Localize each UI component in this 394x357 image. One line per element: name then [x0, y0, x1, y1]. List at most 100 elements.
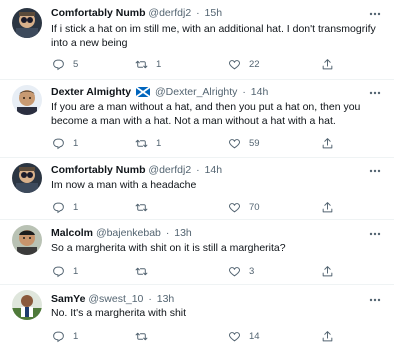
avatar[interactable] [12, 8, 42, 38]
timestamp[interactable]: 14h [205, 164, 223, 176]
tweet[interactable]: SamYe @swest_10 · 13h No. It's a margher… [0, 285, 394, 357]
share-button[interactable] [321, 136, 334, 150]
timestamp[interactable]: 14h [251, 86, 269, 98]
share-icon [321, 137, 334, 150]
tweet-actions: 1 70 [51, 200, 351, 214]
more-icon[interactable] [366, 165, 384, 177]
tweet-header: SamYe @swest_10 · 13h [51, 292, 380, 306]
timestamp[interactable]: 13h [157, 293, 175, 305]
more-icon[interactable] [366, 8, 384, 20]
retweet-button[interactable]: 1 [135, 57, 161, 71]
reply-icon [52, 137, 65, 150]
reply-count: 1 [73, 265, 79, 277]
tweet-text: So a margherita with shit on it is still… [51, 242, 286, 254]
display-name[interactable]: Comfortably Numb [51, 164, 146, 176]
tweet-header: Comfortably Numb @derfdj2 · 15h [51, 6, 380, 20]
tweet-actions: 1 3 [51, 264, 351, 278]
retweet-icon [135, 201, 148, 214]
more-icon[interactable] [366, 228, 384, 240]
tweet[interactable]: Comfortably Numb @derfdj2 · 14h Im now a… [0, 158, 394, 219]
avatar[interactable] [12, 85, 42, 115]
separator: · [196, 164, 200, 176]
tweet-actions: 1 1 59 [51, 136, 351, 150]
retweet-count: 1 [156, 137, 162, 149]
like-count: 59 [249, 137, 260, 149]
reply-button[interactable]: 1 [52, 264, 78, 278]
avatar[interactable] [12, 163, 42, 193]
reply-button[interactable]: 1 [52, 136, 78, 150]
like-button[interactable]: 14 [228, 329, 260, 343]
timestamp[interactable]: 15h [205, 7, 223, 19]
tweet-actions: 1 14 [51, 329, 351, 343]
like-button[interactable]: 3 [228, 264, 254, 278]
share-icon [321, 58, 334, 71]
retweet-icon [135, 137, 148, 150]
heart-icon [228, 265, 241, 278]
user-handle[interactable]: @Dexter_Alrighty [155, 86, 237, 98]
share-icon [321, 201, 334, 214]
retweet-count: 1 [156, 58, 162, 70]
heart-icon [228, 330, 241, 343]
share-button[interactable] [321, 264, 334, 278]
share-icon [321, 265, 334, 278]
reply-icon [52, 201, 65, 214]
like-button[interactable]: 22 [228, 57, 260, 71]
user-handle[interactable]: @derfdj2 [148, 164, 191, 176]
tweet-actions: 5 1 22 [51, 57, 351, 71]
reply-icon [52, 265, 65, 278]
separator: · [165, 227, 170, 239]
reply-count: 5 [73, 58, 79, 70]
retweet-icon [135, 58, 148, 71]
heart-icon [228, 201, 241, 214]
tweet-text: No. It's a margherita with shit [51, 307, 187, 319]
share-button[interactable] [321, 329, 334, 343]
tweet-header: Comfortably Numb @derfdj2 · 14h [51, 163, 380, 177]
tweet-header: Dexter Almighty @Dexter_Alrighty · 14h [51, 85, 380, 99]
like-count: 14 [249, 330, 260, 342]
reply-button[interactable]: 1 [52, 200, 78, 214]
like-count: 3 [249, 265, 255, 277]
display-name[interactable]: Malcolm [51, 227, 93, 239]
tweet[interactable]: Malcolm @bajenkebab · 13h So a margherit… [0, 220, 394, 284]
reply-icon [52, 330, 65, 343]
tweet-header: Malcolm @bajenkebab · 13h [51, 226, 380, 240]
reply-icon [52, 58, 65, 71]
retweet-icon [135, 265, 148, 278]
share-button[interactable] [321, 57, 334, 71]
like-count: 70 [249, 201, 260, 213]
tweet[interactable]: Dexter Almighty @Dexter_Alrighty · 14h I… [0, 80, 394, 157]
avatar[interactable] [12, 225, 42, 255]
heart-icon [228, 137, 241, 150]
reply-count: 1 [73, 201, 79, 213]
user-handle[interactable]: @bajenkebab [96, 227, 161, 239]
display-name[interactable]: Comfortably Numb [51, 7, 146, 19]
tweet-text: If you are a man without a hat, and then… [51, 101, 361, 127]
more-icon[interactable] [366, 294, 384, 306]
timestamp[interactable]: 13h [174, 227, 192, 239]
reply-count: 1 [73, 330, 79, 342]
display-name[interactable]: Dexter Almighty [51, 86, 131, 98]
retweet-button[interactable]: 1 [135, 136, 161, 150]
tweet-text: Im now a man with a headache [51, 179, 197, 191]
separator: · [148, 293, 152, 305]
avatar[interactable] [12, 290, 42, 320]
user-handle[interactable]: @swest_10 [88, 293, 143, 305]
reply-button[interactable]: 1 [52, 329, 78, 343]
tweet-text: If i stick a hat on im still me, with an… [51, 23, 376, 49]
like-count: 22 [249, 58, 260, 70]
like-button[interactable]: 59 [228, 136, 260, 150]
display-name[interactable]: SamYe [51, 293, 85, 305]
like-button[interactable]: 70 [228, 200, 260, 214]
share-button[interactable] [321, 200, 334, 214]
more-icon[interactable] [366, 87, 384, 99]
retweet-button[interactable] [135, 200, 148, 214]
reply-count: 1 [73, 137, 79, 149]
user-handle[interactable]: @derfdj2 [148, 7, 191, 19]
tweet[interactable]: Comfortably Numb @derfdj2 · 15h If i sti… [0, 0, 394, 79]
retweet-button[interactable] [135, 329, 148, 343]
share-icon [321, 330, 334, 343]
retweet-icon [135, 330, 148, 343]
retweet-button[interactable] [135, 264, 148, 278]
reply-button[interactable]: 5 [52, 57, 78, 71]
scotland-flag-icon [135, 86, 151, 99]
